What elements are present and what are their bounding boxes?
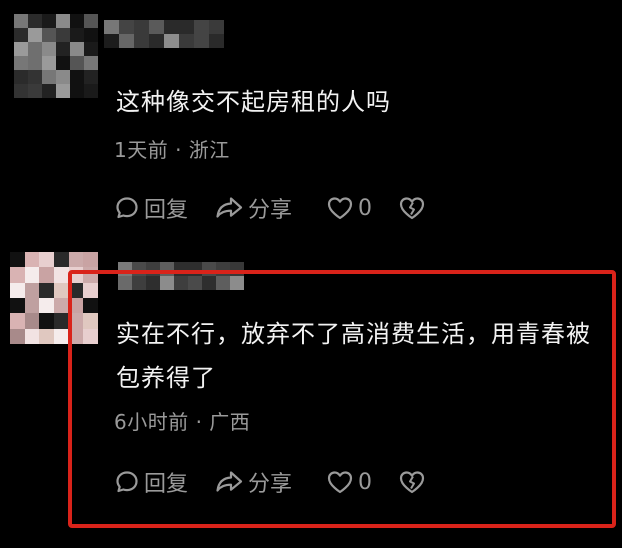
share-label: 分享 xyxy=(248,198,293,223)
username-blurred[interactable] xyxy=(104,20,224,48)
comment-thread: 这种像交不起房租的人吗 1天前 · 浙江 回复 分享 0 实在不行，放弃不了高消… xyxy=(0,0,622,548)
avatar-blurred[interactable] xyxy=(14,14,98,98)
comment-meta: 1天前 · 浙江 xyxy=(114,138,230,162)
heart-icon xyxy=(327,197,353,220)
reply-button[interactable]: 回复 xyxy=(114,192,214,224)
reply-label: 回复 xyxy=(144,198,189,223)
comment-actions: 回复 分享 0 xyxy=(114,192,426,224)
share-button[interactable]: 分享 xyxy=(214,192,326,224)
like-count: 0 xyxy=(358,195,372,221)
dislike-button[interactable] xyxy=(398,195,426,221)
comment-text: 这种像交不起房租的人吗 xyxy=(116,88,391,116)
dislike-heart-icon xyxy=(399,197,425,220)
reply-icon xyxy=(116,197,138,219)
share-icon xyxy=(216,197,243,218)
like-button[interactable]: 0 xyxy=(326,195,398,221)
highlight-box xyxy=(68,270,616,528)
